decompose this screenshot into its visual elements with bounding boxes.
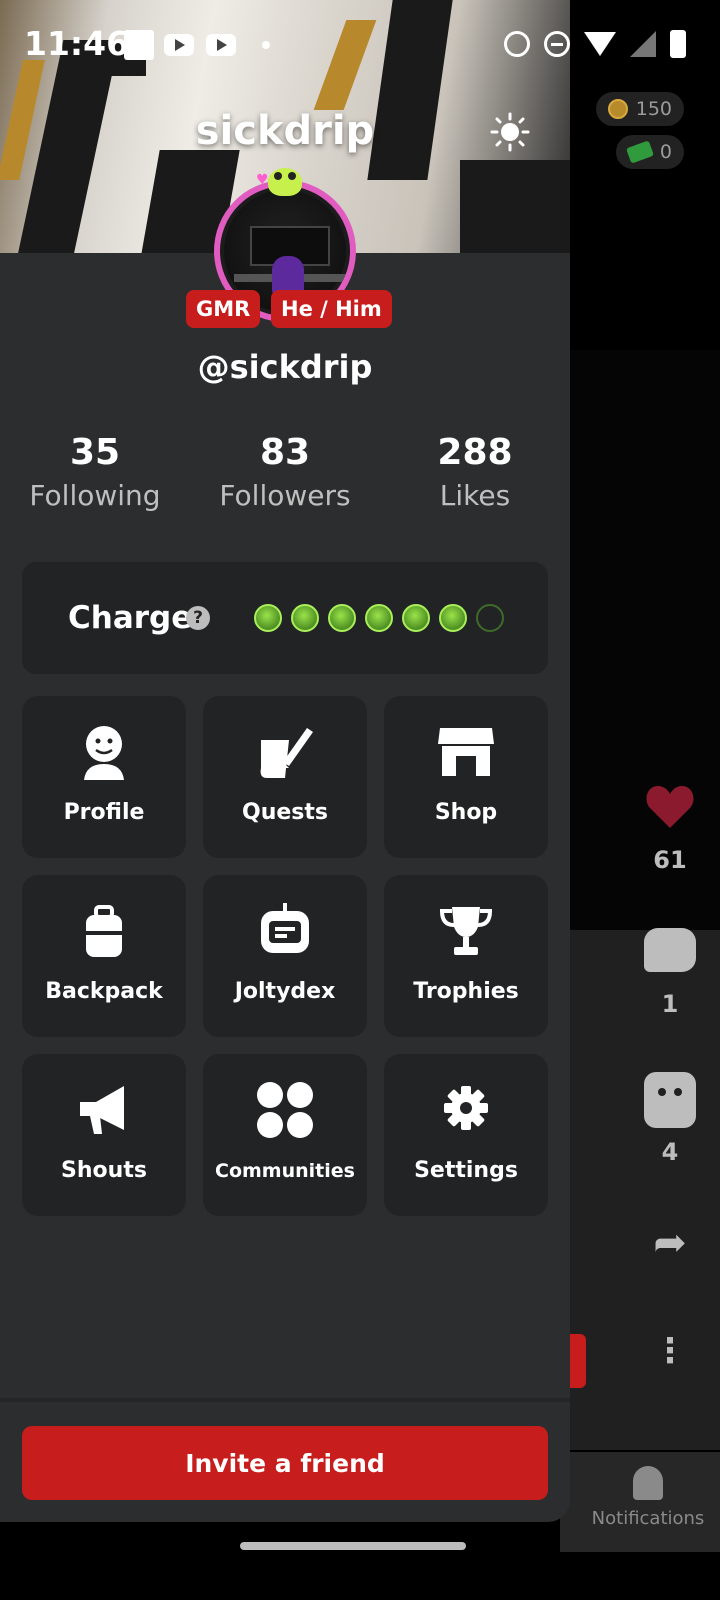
backpack-icon [86, 905, 122, 957]
home-indicator[interactable] [240, 1542, 466, 1550]
menu-backpack[interactable]: Backpack [22, 875, 186, 1037]
alarm-icon [504, 31, 530, 57]
share-button[interactable]: ➦ [620, 1220, 720, 1266]
kebab-menu-icon: ⋮ [653, 1331, 687, 1371]
menu-shouts-label: Shouts [61, 1158, 147, 1183]
menu-communities-label: Communities [215, 1160, 355, 1182]
stat-following-value: 35 [69, 432, 121, 473]
charge-orb-filled-icon [402, 604, 430, 632]
charge-meter-card[interactable]: Charge ? [22, 562, 548, 674]
profile-display-name: sickdrip [195, 108, 375, 154]
menu-backpack-label: Backpack [45, 979, 163, 1004]
share-arrow-icon: ➦ [653, 1220, 687, 1266]
quest-scroll-icon [260, 728, 313, 778]
stat-followers-value: 83 [259, 432, 311, 473]
menu-profile[interactable]: Profile [22, 696, 186, 858]
stat-following-label: Following [29, 479, 161, 512]
battery-icon [670, 30, 686, 58]
youtube-notification-icon [164, 34, 194, 56]
stat-likes: 288 Likes [380, 432, 570, 512]
charge-orb-filled-icon [365, 604, 393, 632]
comment-button[interactable]: 1 [620, 928, 720, 1018]
stat-likes-label: Likes [439, 479, 511, 512]
cash-icon [625, 140, 654, 164]
cash-balance[interactable]: 0 [615, 135, 684, 169]
wifi-icon [584, 32, 616, 56]
youtube-notification-icon [206, 34, 236, 56]
menu-settings-label: Settings [414, 1158, 518, 1183]
menu-trophies-label: Trophies [413, 979, 519, 1004]
profile-tag-pronouns: He / Him [271, 290, 392, 328]
coin-icon [607, 99, 628, 119]
coin-count: 150 [635, 98, 672, 120]
stat-followers[interactable]: 83 Followers [190, 432, 380, 512]
nav-notifications[interactable]: Notifications [576, 1466, 720, 1529]
profile-stats: 35 Following 83 Followers 288 Likes [0, 432, 570, 512]
comment-bubble-icon [644, 928, 696, 972]
charge-orb-empty-icon [476, 604, 504, 632]
menu-communities[interactable]: Communities [203, 1054, 367, 1216]
menu-trophies[interactable]: Trophies [384, 875, 548, 1037]
profile-tag-gmr: GMR [186, 290, 261, 328]
menu-profile-label: Profile [63, 800, 145, 825]
menu-shouts[interactable]: Shouts [22, 1054, 186, 1216]
charge-orb-filled-icon [439, 604, 467, 632]
theme-toggle-sun-icon[interactable] [490, 112, 530, 152]
hearts-decoration-icon: ♥ [256, 172, 269, 188]
frog-accessory-icon [268, 168, 302, 196]
question-circle-icon[interactable]: ? [186, 606, 210, 630]
stat-likes-value: 288 [437, 432, 513, 473]
like-count: 61 [653, 846, 687, 874]
do-not-disturb-icon [544, 31, 570, 57]
menu-grid: Profile Quests Shop Backpack Joltydex Tr… [22, 696, 548, 1216]
charge-orbs [254, 604, 504, 632]
menu-quests[interactable]: Quests [203, 696, 367, 858]
menu-shop-label: Shop [434, 800, 498, 825]
profile-drawer: sickdrip ♥ GMR He / Him @sickdrip 35 Fol… [0, 0, 570, 1522]
menu-shop[interactable]: Shop [384, 696, 548, 858]
stat-following[interactable]: 35 Following [0, 432, 190, 512]
bell-icon [633, 1466, 663, 1500]
cash-count: 0 [659, 141, 672, 163]
profile-face-icon [84, 726, 124, 780]
menu-joltydex-label: Joltydex [234, 979, 336, 1004]
comment-count: 1 [661, 990, 679, 1018]
sticker-count: 4 [661, 1138, 679, 1166]
system-icons [504, 30, 686, 58]
more-notifications-dot-icon [262, 41, 270, 49]
coin-balance[interactable]: 150 [595, 92, 684, 126]
stat-followers-label: Followers [219, 479, 351, 512]
menu-quests-label: Quests [242, 800, 328, 825]
joltydex-robot-icon [261, 903, 309, 953]
cell-signal-icon [630, 31, 656, 57]
notification-square-icon [124, 30, 154, 60]
more-options-button[interactable]: ⋮ [620, 1334, 720, 1368]
charge-orb-filled-icon [254, 604, 282, 632]
sticker-button[interactable]: 4 [620, 1072, 720, 1166]
nav-notifications-label: Notifications [591, 1508, 705, 1529]
charge-label: Charge [68, 600, 193, 636]
trophy-icon [439, 907, 493, 955]
divider [0, 1398, 570, 1402]
menu-joltydex[interactable]: Joltydex [203, 875, 367, 1037]
gear-icon [444, 1086, 488, 1130]
storefront-icon [438, 728, 494, 776]
sticker-icon [644, 1072, 696, 1128]
charge-orb-filled-icon [291, 604, 319, 632]
charge-orb-filled-icon [328, 604, 356, 632]
megaphone-icon [80, 1086, 124, 1134]
status-bar: 11:46 [0, 0, 720, 90]
like-button[interactable]: 61 [620, 784, 720, 874]
heart-icon [646, 786, 694, 828]
menu-settings[interactable]: Settings [384, 1054, 548, 1216]
status-time: 11:46 [24, 24, 130, 63]
invite-friend-button[interactable]: Invite a friend [22, 1426, 548, 1500]
profile-handle: @sickdrip [197, 348, 373, 386]
communities-dots-icon [257, 1082, 313, 1138]
